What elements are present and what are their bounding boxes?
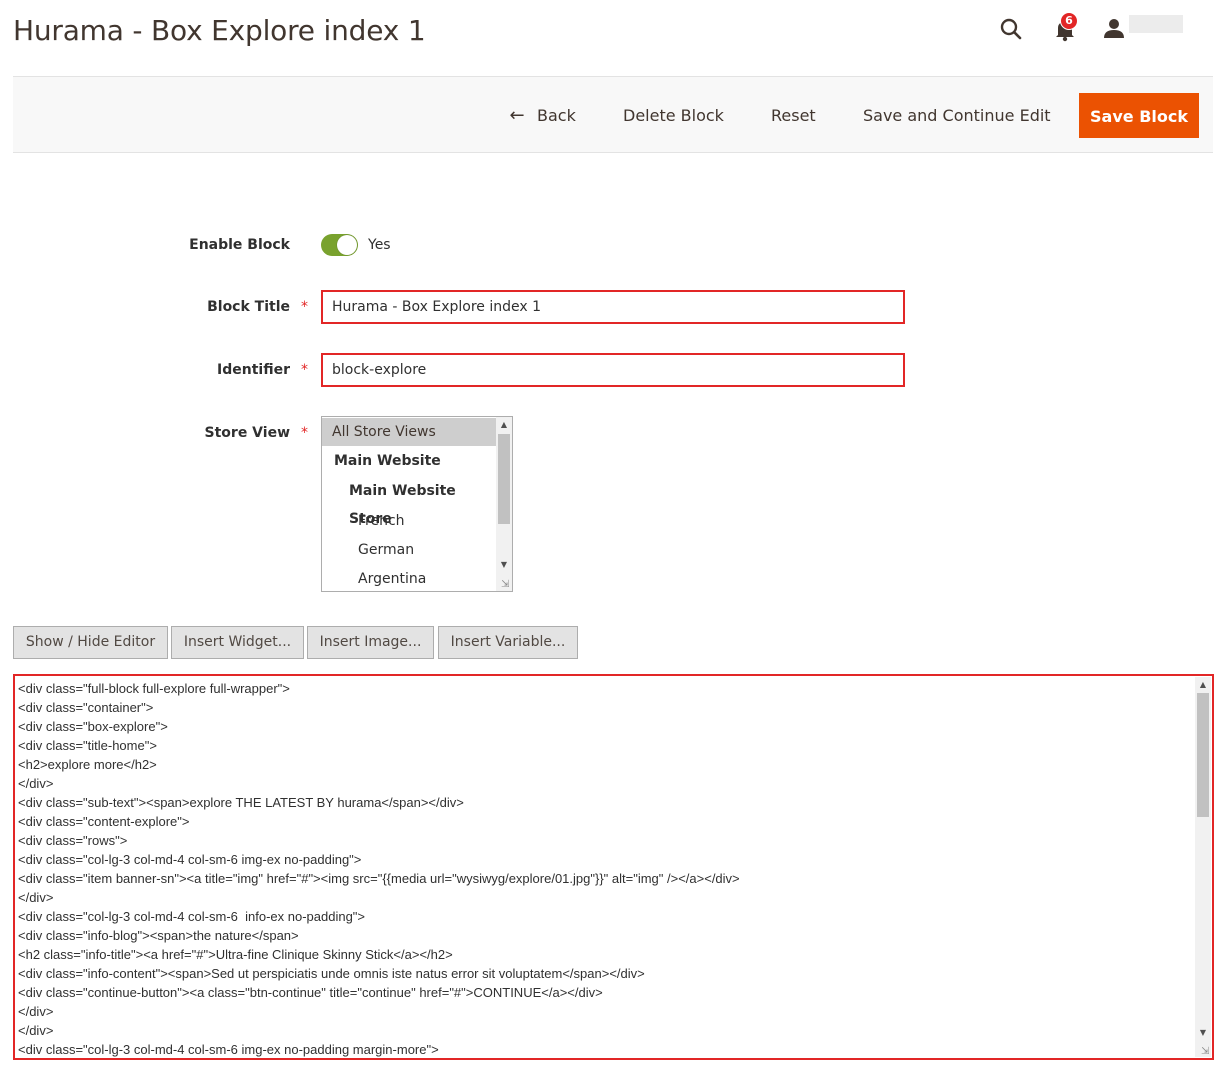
user-icon[interactable] bbox=[1099, 14, 1129, 44]
store-view-multiselect[interactable]: All Store Views Main Website Main Websit… bbox=[321, 416, 513, 592]
page-actions-bar: ← Back Delete Block Reset Save and Contin… bbox=[13, 76, 1213, 153]
required-asterisk: * bbox=[301, 425, 308, 441]
scroll-down-arrow-icon[interactable]: ▼ bbox=[496, 557, 512, 573]
resize-grip-icon[interactable]: ⇲ bbox=[1201, 1047, 1211, 1057]
code-line: </div> bbox=[18, 890, 54, 905]
store-view-label: Store View bbox=[204, 425, 290, 441]
required-asterisk: * bbox=[301, 362, 308, 378]
enable-block-value: Yes bbox=[368, 237, 391, 253]
toggle-knob bbox=[337, 235, 357, 255]
store-view-scrollbar[interactable]: ▲ ▼ bbox=[496, 417, 512, 591]
code-line: <h2>explore more</h2> bbox=[18, 757, 157, 772]
code-line: </div> bbox=[18, 776, 54, 791]
scrollbar-thumb[interactable] bbox=[498, 434, 510, 524]
code-line: <div class="col-lg-3 col-md-4 col-sm-6 i… bbox=[18, 909, 366, 924]
store-option-main-website: Main Website bbox=[334, 453, 441, 469]
scroll-up-arrow-icon[interactable]: ▲ bbox=[1195, 677, 1211, 693]
insert-widget-button[interactable]: Insert Widget... bbox=[171, 626, 304, 659]
arrow-left-icon: ← bbox=[509, 105, 525, 126]
save-and-continue-button[interactable]: Save and Continue Edit bbox=[863, 93, 1051, 138]
code-line: <div class="sub-text"><span>explore THE … bbox=[18, 795, 464, 810]
reset-button[interactable]: Reset bbox=[771, 93, 816, 138]
notifications-count-badge: 6 bbox=[1060, 12, 1078, 30]
code-line: <div class="info-blog"><span>the nature<… bbox=[18, 928, 299, 943]
enable-block-toggle[interactable] bbox=[321, 234, 358, 256]
code-line: <div class="full-block full-explore full… bbox=[18, 681, 290, 696]
code-line: <div class="col-lg-3 col-md-4 col-sm-6 i… bbox=[18, 1042, 439, 1057]
user-name[interactable] bbox=[1129, 15, 1183, 33]
code-line: <div class="col-lg-3 col-md-4 col-sm-6 i… bbox=[18, 852, 362, 867]
code-line: <div class="continue-button"><a class="b… bbox=[18, 985, 603, 1000]
code-line: <div class="rows"> bbox=[18, 833, 128, 848]
page-title: Hurama - Box Explore index 1 bbox=[13, 14, 426, 47]
enable-block-label: Enable Block bbox=[189, 237, 290, 253]
back-button-label: Back bbox=[537, 106, 576, 125]
identifier-label: Identifier bbox=[217, 362, 290, 378]
code-line: </div> bbox=[18, 1023, 54, 1038]
search-icon[interactable] bbox=[996, 14, 1026, 44]
code-line: <div class="item banner-sn"><a title="im… bbox=[18, 871, 740, 886]
required-asterisk: * bbox=[301, 299, 308, 315]
scroll-down-arrow-icon[interactable]: ▼ bbox=[1195, 1025, 1211, 1041]
code-line: <h2 class="info-title"><a href="#">Ultra… bbox=[18, 947, 453, 962]
code-line: <div class="title-home"> bbox=[18, 738, 157, 753]
show-hide-editor-button[interactable]: Show / Hide Editor bbox=[13, 626, 168, 659]
store-option-german[interactable]: German bbox=[322, 536, 496, 564]
code-line: <div class="content-explore"> bbox=[18, 814, 190, 829]
store-option-argentina[interactable]: Argentina bbox=[322, 565, 496, 591]
scroll-up-arrow-icon[interactable]: ▲ bbox=[496, 417, 512, 433]
content-scrollbar[interactable]: ▲ ▼ bbox=[1195, 677, 1211, 1057]
notifications-bell-icon[interactable]: 6 bbox=[1050, 12, 1080, 44]
insert-image-button[interactable]: Insert Image... bbox=[307, 626, 434, 659]
content-textarea[interactable]: <div class="full-block full-explore full… bbox=[13, 674, 1214, 1060]
store-option-all[interactable]: All Store Views bbox=[322, 418, 496, 446]
insert-variable-button[interactable]: Insert Variable... bbox=[438, 626, 578, 659]
code-line: </div> bbox=[18, 1004, 54, 1019]
store-option-main-website-store: Main Website Store bbox=[349, 483, 456, 527]
code-line: <div class="container"> bbox=[18, 700, 154, 715]
store-option-french[interactable]: French bbox=[322, 507, 496, 535]
code-line: <div class="info-content"><span>Sed ut p… bbox=[18, 966, 645, 981]
delete-block-button[interactable]: Delete Block bbox=[623, 93, 724, 138]
save-block-button[interactable]: Save Block bbox=[1079, 93, 1199, 138]
scrollbar-thumb[interactable] bbox=[1197, 693, 1209, 817]
block-title-label: Block Title bbox=[207, 299, 290, 315]
resize-grip-icon[interactable]: ⇲ bbox=[501, 580, 511, 590]
content-code-lines: <div class="full-block full-explore full… bbox=[18, 679, 1192, 1058]
code-line: <div class="box-explore"> bbox=[18, 719, 168, 734]
back-button[interactable]: ← Back bbox=[509, 93, 576, 138]
identifier-input[interactable] bbox=[321, 353, 905, 387]
block-title-input[interactable] bbox=[321, 290, 905, 324]
